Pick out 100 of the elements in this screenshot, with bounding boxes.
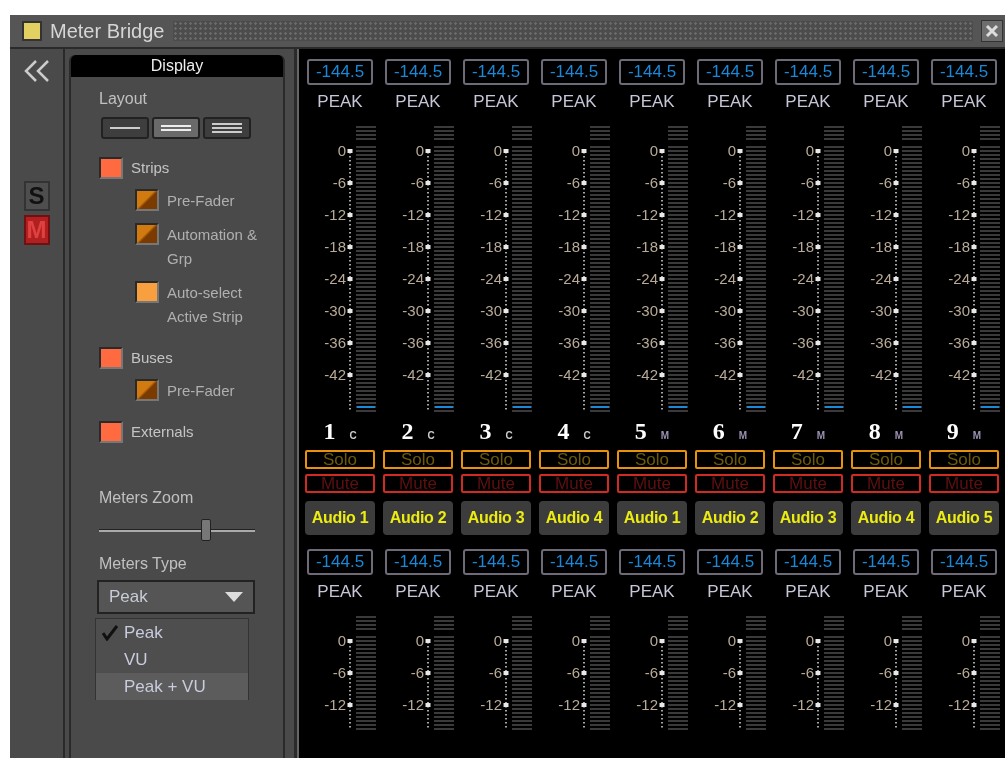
option-label: Pre-Fader: [167, 191, 236, 211]
solo-button[interactable]: Solo: [461, 450, 531, 469]
checkbox[interactable]: [135, 281, 159, 303]
track-name[interactable]: Audio 1: [305, 501, 375, 535]
track-name[interactable]: Audio 5: [929, 501, 999, 535]
scale-label: -42: [636, 365, 658, 385]
solo-button[interactable]: Solo: [851, 450, 921, 469]
zoom-slider[interactable]: [99, 517, 255, 543]
scale-label: -12: [402, 695, 424, 715]
scale-label: -18: [714, 237, 736, 257]
meter-type-label: PEAK: [629, 582, 675, 602]
layout-button[interactable]: [152, 117, 200, 139]
level-readout: -144.5: [853, 549, 919, 575]
scale-label: -36: [948, 333, 970, 353]
option-label: Buses: [131, 348, 174, 368]
scale-label: -30: [948, 301, 970, 321]
strip-number: 4: [557, 418, 570, 445]
strip-number: 7: [790, 418, 803, 445]
scale-label: -12: [714, 205, 736, 225]
checkbox[interactable]: [99, 157, 123, 179]
scale-label: -12: [324, 695, 346, 715]
drag-grip[interactable]: [172, 21, 973, 41]
channel-mode: C: [349, 430, 357, 441]
scale-label: -18: [480, 237, 502, 257]
meters-type-dropdown[interactable]: Peak: [97, 580, 255, 614]
menu-item[interactable]: Peak: [96, 619, 248, 646]
solo-button[interactable]: Solo: [383, 450, 453, 469]
checkbox[interactable]: [135, 379, 159, 401]
scale-label: -36: [558, 333, 580, 353]
checkbox[interactable]: [135, 189, 159, 211]
close-button[interactable]: [981, 20, 1003, 42]
scale-label: -12: [948, 695, 970, 715]
checkbox[interactable]: [135, 223, 159, 245]
meter-type-label: PEAK: [707, 582, 753, 602]
scale-label: -36: [636, 333, 658, 353]
scale-label: -24: [714, 269, 736, 289]
window-icon: [22, 21, 42, 41]
dropdown-value: Peak: [109, 587, 148, 607]
scale-label: -18: [558, 237, 580, 257]
scale-label: -18: [324, 237, 346, 257]
scale-label: -42: [558, 365, 580, 385]
layout-button[interactable]: [101, 117, 149, 139]
strip-number: 5: [634, 418, 647, 445]
scale-label: -6: [800, 663, 814, 683]
menu-item[interactable]: Peak + VU: [96, 673, 248, 700]
track-name[interactable]: Audio 2: [695, 501, 765, 535]
scale-label: -12: [558, 695, 580, 715]
scale-label: 0: [805, 631, 814, 651]
track-name[interactable]: Audio 3: [773, 501, 843, 535]
solo-button[interactable]: Solo: [929, 450, 999, 469]
scale-label: -24: [792, 269, 814, 289]
level-readout: -144.5: [307, 549, 373, 575]
track-name[interactable]: Audio 2: [383, 501, 453, 535]
scale-label: -6: [722, 663, 736, 683]
solo-button[interactable]: Solo: [305, 450, 375, 469]
close-icon: [985, 24, 999, 38]
level-readout: -144.5: [697, 59, 763, 85]
scale-label: -18: [948, 237, 970, 257]
level-readout: -144.5: [931, 59, 997, 85]
layout-button[interactable]: [203, 117, 251, 139]
scale-label: -12: [870, 695, 892, 715]
scale-label: -6: [722, 173, 736, 193]
solo-button[interactable]: Solo: [617, 450, 687, 469]
scale-label: -42: [792, 365, 814, 385]
panel-title: Display: [71, 55, 283, 77]
caret-icon: [225, 592, 243, 602]
strip-number: 1: [323, 418, 336, 445]
solo-button[interactable]: Solo: [773, 450, 843, 469]
scale-label: -36: [870, 333, 892, 353]
slider-thumb[interactable]: [200, 519, 211, 541]
zoom-label: Meters Zoom: [99, 489, 195, 507]
checkbox[interactable]: [99, 421, 123, 443]
solo-button[interactable]: Solo: [539, 450, 609, 469]
scale-label: 0: [415, 141, 424, 161]
track-name[interactable]: Audio 1: [617, 501, 687, 535]
lines-icon: [161, 125, 191, 131]
strip-number: 6: [712, 418, 725, 445]
scale-label: 0: [571, 141, 580, 161]
scale-label: -24: [324, 269, 346, 289]
scale-label: 0: [493, 141, 502, 161]
checkbox[interactable]: [99, 347, 123, 369]
scale-label: -24: [558, 269, 580, 289]
scale-label: -6: [410, 663, 424, 683]
scale-label: -6: [488, 173, 502, 193]
level-readout: -144.5: [463, 549, 529, 575]
menu-item[interactable]: VU: [96, 646, 248, 673]
solo-button[interactable]: Solo: [695, 450, 765, 469]
scale-label: -6: [566, 663, 580, 683]
scale-label: -12: [870, 205, 892, 225]
strip-number: 9: [946, 418, 959, 445]
track-name[interactable]: Audio 4: [851, 501, 921, 535]
track-name[interactable]: Audio 3: [461, 501, 531, 535]
scale-label: -42: [480, 365, 502, 385]
side-toggle[interactable]: S: [23, 181, 50, 211]
level-readout: -144.5: [853, 59, 919, 85]
track-name[interactable]: Audio 4: [539, 501, 609, 535]
level-readout: -144.5: [619, 549, 685, 575]
scale-label: -12: [480, 205, 502, 225]
scale-label: -6: [956, 663, 970, 683]
channel-mode: M: [816, 430, 826, 441]
